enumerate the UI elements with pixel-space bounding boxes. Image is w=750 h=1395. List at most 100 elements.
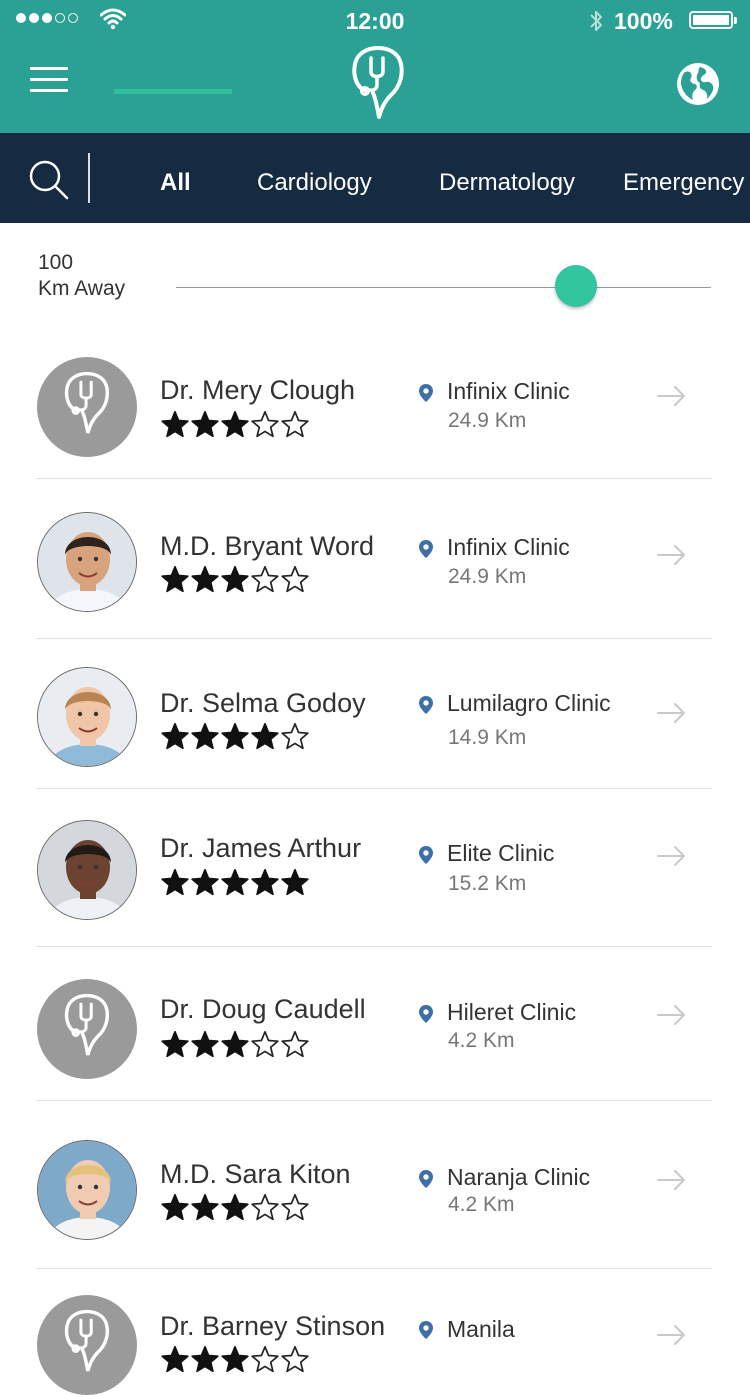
doctor-name: M.D. Bryant Word (160, 531, 375, 561)
star-filled-icon (161, 1345, 189, 1373)
distance-slider-track[interactable] (176, 287, 711, 288)
active-tab-indicator (114, 89, 232, 94)
battery-percentage: 100% (614, 8, 673, 34)
battery-icon (689, 11, 737, 29)
star-filled-icon (161, 1030, 189, 1058)
star-empty-icon (281, 565, 309, 593)
doctor-name: Dr. Barney Stinson (160, 1311, 386, 1341)
clinic-distance: 14.9 Km (448, 726, 527, 749)
arrow-right-icon[interactable] (656, 543, 688, 567)
star-filled-icon (191, 868, 219, 896)
location-pin-icon (419, 1005, 433, 1023)
doctor-avatar-placeholder (37, 357, 137, 457)
location-pin-icon (419, 540, 433, 558)
tab-all[interactable]: All (160, 169, 191, 197)
star-filled-icon (221, 868, 249, 896)
star-filled-icon (191, 565, 219, 593)
star-empty-icon (281, 1345, 309, 1373)
distance-slider-handle[interactable] (555, 265, 597, 307)
doctor-avatar-placeholder (37, 1295, 137, 1395)
doctor-rating (160, 1193, 310, 1221)
star-filled-icon (161, 1193, 189, 1221)
distance-unit-label: Km Away (38, 277, 126, 300)
arrow-right-icon[interactable] (656, 1168, 688, 1192)
tab-dermatology[interactable]: Dermatology (439, 169, 575, 197)
list-divider (36, 478, 712, 479)
star-filled-icon (221, 1030, 249, 1058)
clinic-name: Naranja Clinic (447, 1164, 591, 1190)
star-filled-icon (191, 1193, 219, 1221)
menu-button[interactable] (30, 67, 68, 93)
clinic-name: Infinix Clinic (447, 534, 570, 560)
doctor-name: Dr. James Arthur (160, 833, 362, 863)
clinic-name: Lumilagro Clinic (447, 690, 611, 716)
status-bar: 12:00 100% (0, 0, 750, 44)
star-empty-icon (251, 410, 279, 438)
doctor-avatar-photo (37, 1140, 137, 1240)
star-filled-icon (251, 722, 279, 750)
star-empty-icon (281, 1030, 309, 1058)
location-pin-icon (419, 1170, 433, 1188)
doctor-rating (160, 410, 310, 438)
list-divider (36, 638, 712, 639)
star-filled-icon (281, 868, 309, 896)
doctor-rating (160, 722, 310, 750)
doctor-rating (160, 868, 310, 896)
list-divider (36, 1100, 712, 1101)
star-filled-icon (221, 410, 249, 438)
clinic-name: Hileret Clinic (447, 999, 577, 1025)
star-empty-icon (281, 410, 309, 438)
star-filled-icon (161, 565, 189, 593)
distance-value: 100 (38, 251, 74, 274)
arrow-right-icon[interactable] (656, 384, 688, 408)
doctor-name: M.D. Sara Kiton (160, 1159, 351, 1189)
clinic-distance: 4.2 Km (448, 1029, 515, 1052)
location-pin-icon (419, 846, 433, 864)
star-filled-icon (191, 1345, 219, 1373)
star-empty-icon (281, 722, 309, 750)
arrow-right-icon[interactable] (656, 1323, 688, 1347)
star-filled-icon (191, 410, 219, 438)
category-nav: All Cardiology Dermatology Emergency (0, 133, 750, 223)
arrow-right-icon[interactable] (656, 844, 688, 868)
star-filled-icon (191, 722, 219, 750)
doctor-rating (160, 565, 310, 593)
doctor-rating (160, 1030, 310, 1058)
tab-emergency[interactable]: Emergency (623, 169, 744, 197)
arrow-right-icon[interactable] (656, 701, 688, 725)
stethoscope-logo-icon (352, 46, 404, 119)
star-empty-icon (281, 1193, 309, 1221)
star-filled-icon (221, 565, 249, 593)
app-header: 12:00 100% (0, 0, 750, 133)
doctor-rating (160, 1345, 310, 1373)
doctor-avatar-photo (37, 512, 137, 612)
location-pin-icon (419, 384, 433, 402)
list-divider (36, 946, 712, 947)
clinic-name: Infinix Clinic (447, 378, 570, 404)
doctor-avatar-placeholder (37, 979, 137, 1079)
clinic-distance: 4.2 Km (448, 1193, 515, 1216)
bluetooth-icon (590, 11, 602, 31)
doctor-name: Dr. Mery Clough (160, 375, 356, 405)
search-icon[interactable] (28, 159, 70, 201)
star-filled-icon (251, 868, 279, 896)
nav-divider (88, 153, 90, 203)
clinic-distance: 15.2 Km (448, 872, 527, 895)
clinic-name: Elite Clinic (447, 840, 555, 866)
distance-filter-label: 100 Km Away (38, 250, 125, 302)
star-empty-icon (251, 1345, 279, 1373)
star-empty-icon (251, 1030, 279, 1058)
star-filled-icon (221, 722, 249, 750)
star-empty-icon (251, 1193, 279, 1221)
doctor-name: Dr. Doug Caudell (160, 994, 366, 1024)
star-filled-icon (161, 410, 189, 438)
clinic-name: Manila (447, 1316, 515, 1342)
star-filled-icon (221, 1193, 249, 1221)
list-divider (36, 1268, 712, 1269)
clinic-distance: 24.9 Km (448, 409, 527, 432)
location-pin-icon (419, 1321, 433, 1339)
arrow-right-icon[interactable] (656, 1003, 688, 1027)
globe-icon[interactable] (676, 62, 720, 106)
tab-cardiology[interactable]: Cardiology (257, 169, 372, 197)
doctor-avatar-photo (37, 820, 137, 920)
